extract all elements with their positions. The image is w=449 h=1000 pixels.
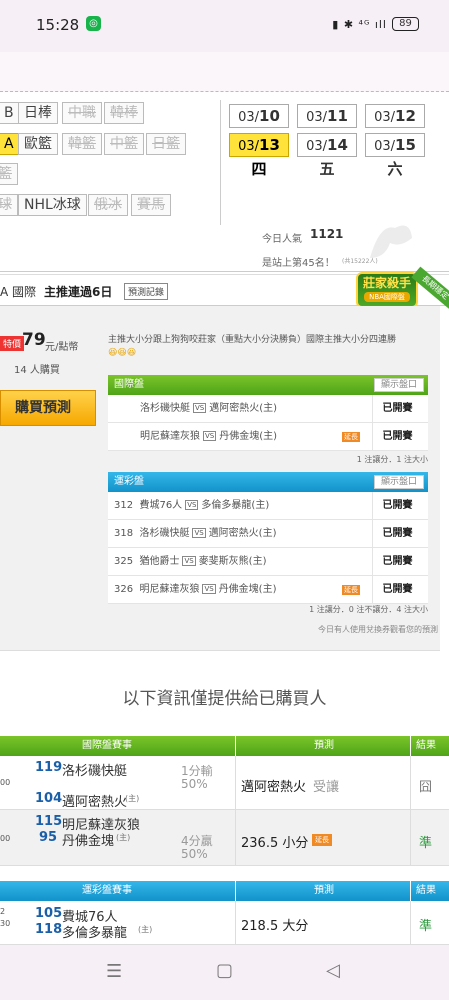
popularity-label: 今日人氣 xyxy=(262,234,302,245)
show-odds-button[interactable]: 顯示盤口 xyxy=(373,378,424,392)
table-row: 318 洛杉磯快艇 VS 邁阿密熱火(主) 已開賽 xyxy=(108,520,428,548)
date-button[interactable]: 03/15 六 xyxy=(365,133,425,178)
sport-tag[interactable]: 韓棒 xyxy=(104,102,144,124)
sport-tag[interactable]: 賽馬 xyxy=(131,194,171,216)
bookmaker-killer-badge: 莊家殺手 NBA國際盤 xyxy=(356,272,418,308)
sport-tag[interactable]: 籃 xyxy=(0,163,18,185)
purchaser-only-notice: 以下資訊僅提供給已購買人 xyxy=(122,689,327,709)
sport-tag[interactable]: 俄冰 xyxy=(88,194,128,216)
tip-title: 主推連過6日 xyxy=(44,285,113,299)
wechat-icon: ◎ xyxy=(86,16,101,31)
lottery-table-header: 運彩盤 顯示盤口 xyxy=(108,472,428,492)
purchased-lottery-table: 運彩盤賽事 預測 結果 2 30 105 費城76人 118 多倫多暴龍 (主)… xyxy=(0,881,449,945)
back-icon[interactable]: ◁ xyxy=(326,960,340,981)
sport-tag[interactable]: 日棒 xyxy=(18,102,58,124)
tip-header: A 國際 主推連過6日 預測記錄 莊家殺手 NBA國際盤 長期穩定 xyxy=(0,266,449,310)
tip-title-prefix: A 國際 xyxy=(0,285,37,299)
date-button[interactable]: 03/12 三 xyxy=(365,104,425,149)
rank-text: 是站上第45名！ xyxy=(262,258,335,269)
lottery-summary: 1 注讓分．0 注不讓分．4 注大小 xyxy=(309,605,428,614)
sport-tag[interactable]: NHL冰球 xyxy=(18,194,87,216)
buyer-count: 14 人購買 xyxy=(14,365,60,376)
status-bar: 15:28 ◎ ▮ ✱ ⁴ᴳ ıll 89 xyxy=(0,0,449,52)
record-button[interactable]: 預測記錄 xyxy=(124,283,169,300)
intl-summary: 1 注讓分．1 注大小 xyxy=(356,455,428,464)
sport-tag[interactable]: 中職 xyxy=(62,102,102,124)
date-button[interactable]: 03/14 五 xyxy=(297,133,357,178)
lottery-table: 運彩盤 顯示盤口 312 費城76人 VS 多倫多暴龍(主) 已開賽 318 洛杉磯快艇… xyxy=(108,472,428,604)
popularity-value: 1121 xyxy=(310,227,344,241)
table-row: 312 費城76人 VS 多倫多暴龍(主) 已開賽 xyxy=(108,492,428,520)
price: 79 xyxy=(22,330,46,350)
price-unit: 元/點幣 xyxy=(45,342,79,353)
footnote: 今日有人使用兌換券觀看您的預測 xyxy=(318,625,438,634)
system-nav-bar: ☰ ▢ ◁ xyxy=(0,945,449,1000)
buy-prediction-button[interactable]: 購買預測 xyxy=(0,390,96,426)
top-strip xyxy=(0,52,449,92)
sport-tag[interactable]: 中籃 xyxy=(104,133,144,155)
table-row: 325 猶他爵士 VS 麥斐斯灰熊(主) 已開賽 xyxy=(108,548,428,576)
table-row: 2 30 105 費城76人 118 多倫多暴龍 (主) 218.5 大分 準 xyxy=(0,901,449,945)
table-row: 00 115 明尼蘇達灰狼 95 丹佛金塊 (主) 4分贏 50% 236.5 … xyxy=(0,810,449,866)
date-button[interactable]: 03/10 一 xyxy=(229,104,289,149)
date-button-selected[interactable]: 03/13 四 xyxy=(229,133,289,178)
purchased-lottery-header: 運彩盤賽事 預測 結果 xyxy=(0,881,449,901)
sport-tag-active[interactable]: A xyxy=(0,133,20,155)
fairy-watermark-icon xyxy=(370,225,412,258)
intl-table: 國際盤 顯示盤口 洛杉磯快艇 VS 邁阿密熱火(主) 已開賽 明尼蘇達灰狼 VS 丹佛金塊(… xyxy=(108,375,428,451)
tip-box: 特價 79 元/點幣 14 人購買 購買預測 主推大小分跟上狗狗咬莊家（重點大小… xyxy=(0,306,440,651)
purchased-intl-header: 國際盤賽事 預測 結果 xyxy=(0,736,449,756)
table-row: 明尼蘇達灰狼 VS 丹佛金塊(主) 延長 已開賽 xyxy=(108,423,428,451)
table-row: 00 119 洛杉磯快艇 104 邁阿密熱火 (主) 1分輸 50% 邁阿密熱火… xyxy=(0,756,449,810)
price-tag: 特價 xyxy=(0,336,25,351)
table-row: 326 明尼蘇達灰狼 VS 丹佛金塊(主) 延長 已開賽 xyxy=(108,576,428,604)
sport-tag[interactable]: 韓籃 xyxy=(62,133,102,155)
sport-tag[interactable]: 日籃 xyxy=(146,133,186,155)
purchased-intl-table: 國際盤賽事 預測 結果 00 119 洛杉磯快艇 104 邁阿密熱火 (主) 1… xyxy=(0,736,449,866)
sport-tag[interactable]: 球 xyxy=(0,194,18,216)
signal-icons: ▮ ✱ ⁴ᴳ ıll xyxy=(332,18,387,31)
menu-icon[interactable]: ☰ xyxy=(106,961,122,982)
sport-tag[interactable]: B xyxy=(0,102,20,124)
sport-nav: B 日棒 中職 韓棒 A 歐籃 韓籃 中籃 日籃 籃 球 NHL冰球 俄冰 賽馬… xyxy=(0,92,449,272)
tip-description: 主推大小分跟上狗狗咬莊家（重點大小分決勝負）國際主推大小分四連勝 😆😆😆 xyxy=(108,335,397,358)
home-icon[interactable]: ▢ xyxy=(216,960,233,981)
date-button[interactable]: 03/11 二 xyxy=(297,104,357,149)
battery-icon: 89 xyxy=(392,17,419,31)
clock: 15:28 xyxy=(36,16,80,34)
sport-tag[interactable]: 歐籃 xyxy=(18,133,58,155)
show-odds-button[interactable]: 顯示盤口 xyxy=(373,475,424,489)
table-row: 洛杉磯快艇 VS 邁阿密熱火(主) 已開賽 xyxy=(108,395,428,423)
divider xyxy=(220,100,221,225)
intl-table-header: 國際盤 顯示盤口 xyxy=(108,375,428,395)
